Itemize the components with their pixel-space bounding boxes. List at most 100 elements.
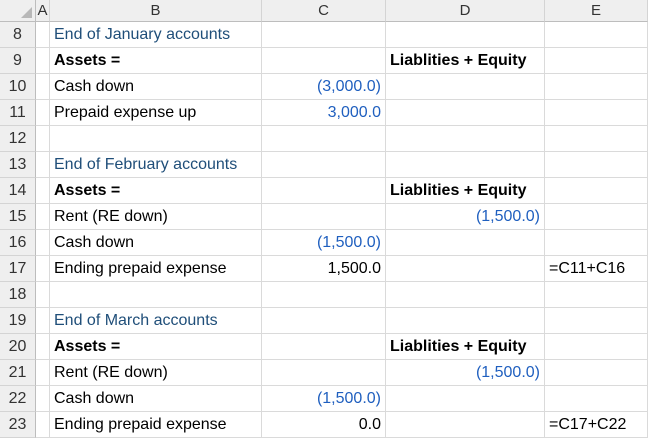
row-header-14[interactable]: 14 <box>0 178 36 204</box>
column-header-c[interactable]: C <box>262 0 386 22</box>
cell-b11[interactable]: Prepaid expense up <box>50 100 262 126</box>
cell-b23[interactable]: Ending prepaid expense <box>50 412 262 438</box>
cell-c21[interactable] <box>262 360 386 386</box>
cell-d21[interactable]: (1,500.0) <box>386 360 545 386</box>
cell-b8[interactable]: End of January accounts <box>50 22 262 48</box>
cell-c19[interactable] <box>262 308 386 334</box>
column-header-a[interactable]: A <box>36 0 50 22</box>
cell-e14[interactable] <box>545 178 648 204</box>
cell-d17[interactable] <box>386 256 545 282</box>
cell-a15[interactable] <box>36 204 50 230</box>
cell-a23[interactable] <box>36 412 50 438</box>
cell-e11[interactable] <box>545 100 648 126</box>
cell-d15[interactable]: (1,500.0) <box>386 204 545 230</box>
cell-a20[interactable] <box>36 334 50 360</box>
cell-e16[interactable] <box>545 230 648 256</box>
cell-d12[interactable] <box>386 126 545 152</box>
row-header-11[interactable]: 11 <box>0 100 36 126</box>
cell-b17[interactable]: Ending prepaid expense <box>50 256 262 282</box>
cell-b22[interactable]: Cash down <box>50 386 262 412</box>
row-header-18[interactable]: 18 <box>0 282 36 308</box>
cell-b14[interactable]: Assets = <box>50 178 262 204</box>
cell-b13[interactable]: End of February accounts <box>50 152 262 178</box>
row-header-9[interactable]: 9 <box>0 48 36 74</box>
cell-c18[interactable] <box>262 282 386 308</box>
row-header-10[interactable]: 10 <box>0 74 36 100</box>
cell-c16[interactable]: (1,500.0) <box>262 230 386 256</box>
cell-e8[interactable] <box>545 22 648 48</box>
cell-b9[interactable]: Assets = <box>50 48 262 74</box>
row-header-15[interactable]: 15 <box>0 204 36 230</box>
cell-a21[interactable] <box>36 360 50 386</box>
cell-e22[interactable] <box>545 386 648 412</box>
cell-e19[interactable] <box>545 308 648 334</box>
cell-a9[interactable] <box>36 48 50 74</box>
cell-b21[interactable]: Rent (RE down) <box>50 360 262 386</box>
cell-d18[interactable] <box>386 282 545 308</box>
cell-c10[interactable]: (3,000.0) <box>262 74 386 100</box>
cell-d19[interactable] <box>386 308 545 334</box>
select-all-corner[interactable] <box>0 0 36 22</box>
cell-c17[interactable]: 1,500.0 <box>262 256 386 282</box>
cell-c14[interactable] <box>262 178 386 204</box>
cell-a12[interactable] <box>36 126 50 152</box>
row-header-19[interactable]: 19 <box>0 308 36 334</box>
cell-d13[interactable] <box>386 152 545 178</box>
cell-c12[interactable] <box>262 126 386 152</box>
cell-d20[interactable]: Liablities + Equity <box>386 334 545 360</box>
row-header-21[interactable]: 21 <box>0 360 36 386</box>
cell-e17[interactable]: =C11+C16 <box>545 256 648 282</box>
cell-b18[interactable] <box>50 282 262 308</box>
cell-c9[interactable] <box>262 48 386 74</box>
cell-e23[interactable]: =C17+C22 <box>545 412 648 438</box>
row-header-8[interactable]: 8 <box>0 22 36 48</box>
cell-b19[interactable]: End of March accounts <box>50 308 262 334</box>
cell-c11[interactable]: 3,000.0 <box>262 100 386 126</box>
cell-b20[interactable]: Assets = <box>50 334 262 360</box>
cell-d14[interactable]: Liablities + Equity <box>386 178 545 204</box>
cell-c15[interactable] <box>262 204 386 230</box>
cell-d11[interactable] <box>386 100 545 126</box>
cell-e20[interactable] <box>545 334 648 360</box>
cell-d8[interactable] <box>386 22 545 48</box>
row-header-13[interactable]: 13 <box>0 152 36 178</box>
cell-e12[interactable] <box>545 126 648 152</box>
cell-a13[interactable] <box>36 152 50 178</box>
cell-e9[interactable] <box>545 48 648 74</box>
column-header-b[interactable]: B <box>50 0 262 22</box>
column-header-e[interactable]: E <box>545 0 648 22</box>
cell-a18[interactable] <box>36 282 50 308</box>
cell-a17[interactable] <box>36 256 50 282</box>
cell-b10[interactable]: Cash down <box>50 74 262 100</box>
cell-b16[interactable]: Cash down <box>50 230 262 256</box>
row-header-20[interactable]: 20 <box>0 334 36 360</box>
cell-d16[interactable] <box>386 230 545 256</box>
cell-c8[interactable] <box>262 22 386 48</box>
cell-e21[interactable] <box>545 360 648 386</box>
cell-a11[interactable] <box>36 100 50 126</box>
cell-d9[interactable]: Liablities + Equity <box>386 48 545 74</box>
cell-d10[interactable] <box>386 74 545 100</box>
row-header-22[interactable]: 22 <box>0 386 36 412</box>
cell-e10[interactable] <box>545 74 648 100</box>
row-header-23[interactable]: 23 <box>0 412 36 438</box>
cell-d22[interactable] <box>386 386 545 412</box>
cell-a14[interactable] <box>36 178 50 204</box>
row-header-12[interactable]: 12 <box>0 126 36 152</box>
cell-b12[interactable] <box>50 126 262 152</box>
cell-e13[interactable] <box>545 152 648 178</box>
cell-c22[interactable]: (1,500.0) <box>262 386 386 412</box>
row-header-17[interactable]: 17 <box>0 256 36 282</box>
cell-d23[interactable] <box>386 412 545 438</box>
cell-a8[interactable] <box>36 22 50 48</box>
cell-c20[interactable] <box>262 334 386 360</box>
cell-a22[interactable] <box>36 386 50 412</box>
cell-b15[interactable]: Rent (RE down) <box>50 204 262 230</box>
cell-a10[interactable] <box>36 74 50 100</box>
cell-e15[interactable] <box>545 204 648 230</box>
column-header-d[interactable]: D <box>386 0 545 22</box>
row-header-16[interactable]: 16 <box>0 230 36 256</box>
cell-a16[interactable] <box>36 230 50 256</box>
cell-a19[interactable] <box>36 308 50 334</box>
cell-c13[interactable] <box>262 152 386 178</box>
